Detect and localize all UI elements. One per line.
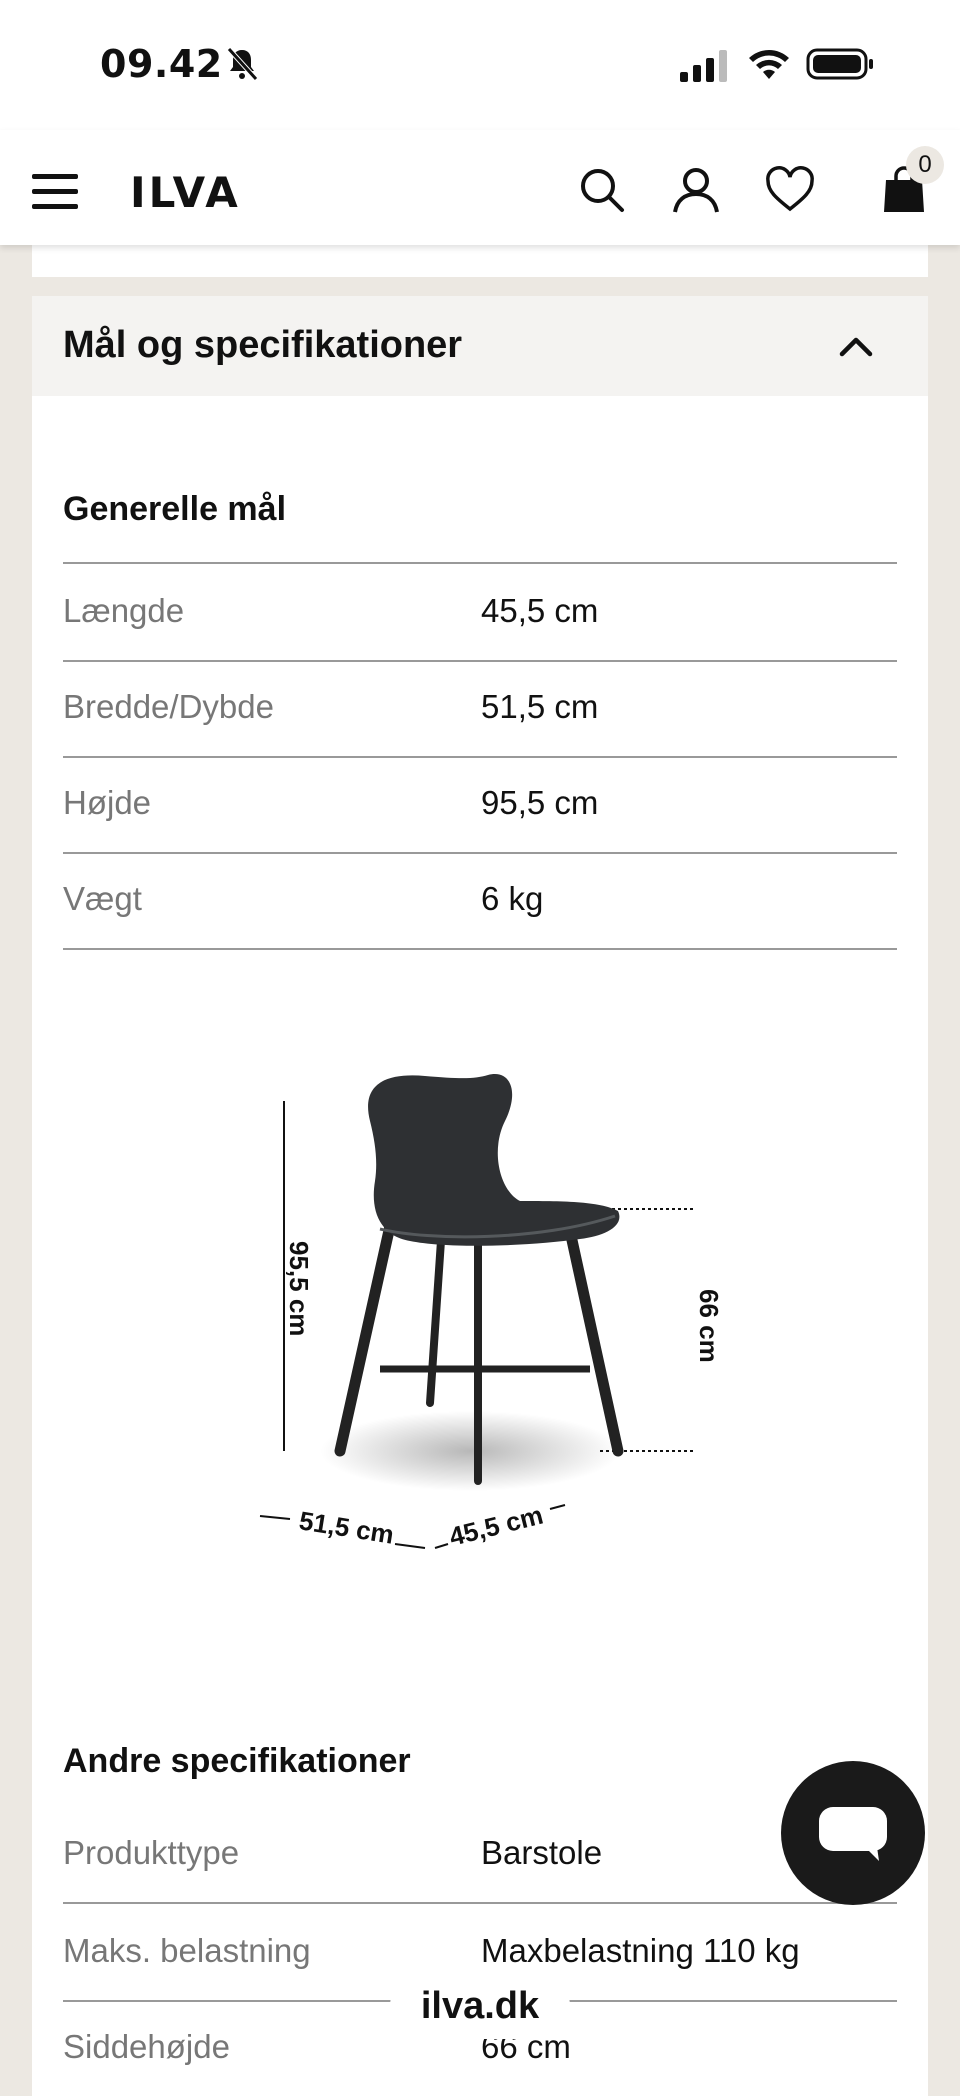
spec-value: 45,5 cm — [481, 592, 599, 629]
spec-value: 95,5 cm — [481, 784, 599, 821]
status-time: 09.42 — [100, 42, 223, 86]
spec-row: Højde 95,5 cm — [63, 756, 897, 854]
width-dimension-label: 51,5 cm — [297, 1505, 396, 1550]
spec-row: Produkttype Barstole — [63, 1806, 897, 1904]
spec-label: Maks. belastning — [63, 1932, 311, 1969]
specifications-accordion-header[interactable]: Mål og specifikationer — [32, 296, 928, 396]
spec-row: Længde 45,5 cm — [63, 562, 897, 662]
cellular-signal-icon — [680, 50, 727, 82]
browser-url-pill[interactable]: ilva.dk — [390, 1973, 570, 2039]
ilva-logo[interactable]: ILVA — [130, 168, 241, 217]
spec-value: Maxbelastning 110 kg — [481, 1932, 800, 1969]
depth-dimension-label: 45,5 cm — [446, 1500, 546, 1552]
spec-label: Bredde/Dybde — [63, 688, 274, 725]
site-header: ILVA 0 — [0, 130, 960, 245]
account-icon[interactable] — [670, 164, 722, 216]
accordion-title: Mål og specifikationer — [63, 324, 463, 366]
spec-label: Siddehøjde — [63, 2028, 230, 2065]
battery-icon — [806, 48, 873, 80]
silent-bell-icon — [227, 47, 258, 81]
chevron-up-icon[interactable] — [836, 328, 876, 364]
previous-section-edge — [32, 245, 928, 277]
general-dimensions-title: Generelle mål — [63, 490, 287, 528]
spec-row: Vægt 6 kg — [63, 852, 897, 950]
menu-icon[interactable] — [32, 172, 78, 210]
spec-label: Vægt — [63, 880, 142, 917]
spec-value: Barstole — [481, 1834, 603, 1871]
spec-label: Højde — [63, 784, 152, 821]
other-specifications-title: Andre specifikationer — [63, 1742, 411, 1780]
spec-value: 6 kg — [481, 880, 544, 917]
bar-stool-dimension-diagram: 95,5 cm 66 cm 51,5 cm 45,5 cm — [259, 1074, 724, 1552]
chat-support-button[interactable] — [781, 1761, 925, 1905]
status-bar: 09.42 — [0, 0, 960, 130]
wifi-icon — [749, 50, 789, 79]
height-dimension-label: 95,5 cm — [284, 1241, 314, 1336]
seat-height-label: 66 cm — [694, 1289, 724, 1363]
spec-row: Bredde/Dybde 51,5 cm — [63, 660, 897, 758]
spec-value: 51,5 cm — [481, 688, 599, 725]
spec-label: Produkttype — [63, 1834, 240, 1871]
wishlist-heart-icon[interactable] — [764, 164, 816, 216]
search-icon[interactable] — [576, 164, 628, 216]
cart-count-badge: 0 — [906, 146, 944, 184]
spec-label: Længde — [63, 592, 185, 629]
chat-bubble-icon — [819, 1807, 887, 1861]
